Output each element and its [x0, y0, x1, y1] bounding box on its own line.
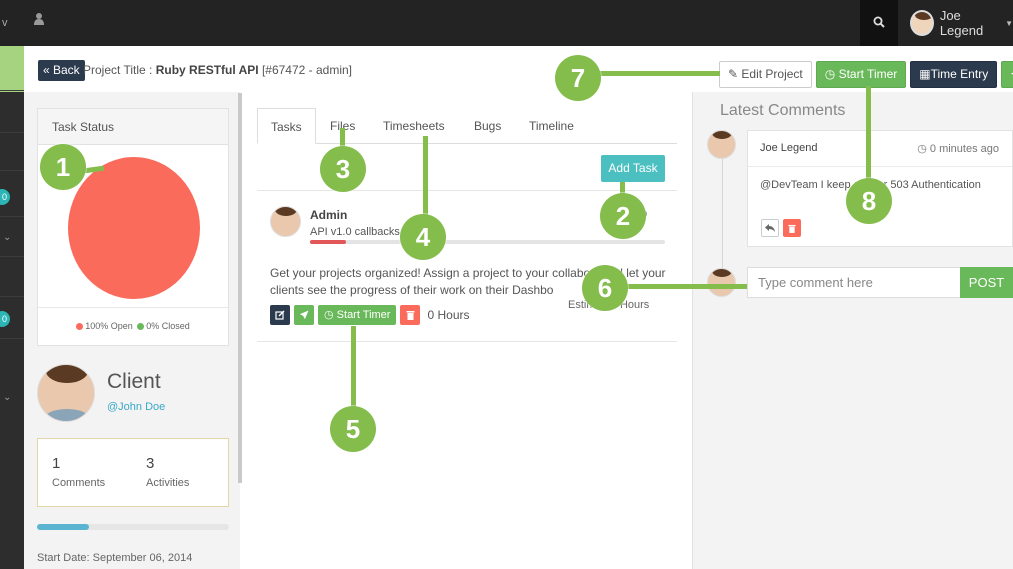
scrollbar[interactable] [238, 93, 242, 483]
search-button[interactable] [860, 0, 898, 46]
rail-badge: 0 [0, 189, 10, 205]
closed-dot [137, 323, 145, 330]
chevron-down-icon[interactable]: ⌄ [3, 232, 11, 243]
client-stats: 1 Comments 3 Activities [37, 438, 229, 507]
trash-icon [788, 224, 796, 233]
tab-bugs[interactable]: Bugs [474, 108, 501, 144]
comment-header: Joe Legend ◷ 0 minutes ago [748, 131, 1012, 167]
callout-6: 6 [582, 265, 628, 311]
comment-timeline [722, 158, 723, 268]
pie-legend: 100% Open 0% Closed [38, 307, 228, 345]
reply-icon [765, 224, 775, 232]
comment-actions [761, 219, 801, 237]
callout-line [600, 71, 720, 76]
launch-button[interactable] [1001, 61, 1013, 88]
client-handle-link[interactable]: @John Doe [107, 401, 165, 413]
search-icon [873, 16, 885, 28]
start-timer-button[interactable]: ◷ Start Timer [815, 61, 907, 88]
callout-3: 3 [320, 146, 366, 192]
client-name: Client [107, 370, 161, 393]
rocket-icon [299, 310, 309, 320]
rail-badge: 0 [0, 311, 10, 327]
tab-timeline[interactable]: Timeline [529, 108, 574, 144]
callout-line [622, 284, 747, 289]
pencil-icon: ✎ [728, 67, 739, 81]
task-status-pie [68, 157, 200, 299]
task-title[interactable]: API v1.0 callbacks [310, 226, 400, 238]
comment-time: ◷ 0 minutes ago [917, 143, 999, 155]
chevron-down-icon[interactable]: ⌄ [3, 392, 11, 403]
task-start-timer-button[interactable]: ◷ Start Timer [318, 305, 397, 325]
back-button[interactable]: « Back [38, 60, 85, 81]
task-author: Admin [310, 208, 348, 222]
project-title: Project Title : Ruby RESTful API [#67472… [83, 63, 352, 77]
project-name: Ruby RESTful API [155, 63, 259, 77]
add-task-button[interactable]: Add Task [601, 155, 665, 182]
time-entry-button[interactable]: ▦Time Entry [910, 61, 998, 88]
panel-title: Task Status [38, 109, 228, 145]
callout-4: 4 [400, 214, 446, 260]
callout-7: 7 [555, 55, 601, 101]
post-button[interactable]: POST [960, 267, 1013, 298]
callout-8: 8 [846, 178, 892, 224]
latest-comments-title: Latest Comments [720, 102, 846, 119]
progress-fill [37, 524, 89, 530]
reply-button[interactable] [761, 219, 779, 237]
comments-stat: 1 Comments [52, 455, 106, 489]
task-hours: 0 Hours [427, 308, 470, 322]
clock-icon: ◷ [824, 67, 836, 81]
project-tabs: Tasks Files Timesheets Bugs Timeline [257, 108, 677, 144]
comment-author-avatar [707, 130, 736, 159]
caret-down-icon: ▼ [1005, 18, 1013, 28]
open-dot [76, 323, 84, 330]
tab-timesheets[interactable]: Timesheets [383, 108, 445, 144]
launch-task-button[interactable] [294, 305, 314, 325]
callout-line [866, 86, 871, 186]
delete-comment-button[interactable] [783, 219, 801, 237]
my-avatar [707, 268, 736, 297]
project-id: [#67472 - admin] [261, 63, 352, 77]
avatar [910, 10, 934, 36]
top-navbar: v Joe Legend ▼ [0, 0, 1013, 46]
comment-author: Joe Legend [760, 142, 818, 154]
rail-active-item[interactable] [0, 46, 24, 92]
delete-task-button[interactable] [400, 305, 421, 325]
edit-task-button[interactable] [270, 305, 290, 325]
divider [257, 341, 677, 342]
user-name: Joe Legend [939, 8, 984, 38]
clock-icon: ◷ [917, 143, 930, 155]
user-icon[interactable] [34, 13, 44, 28]
client-avatar [37, 364, 95, 422]
calendar-icon: ▦ [919, 67, 931, 81]
comment-input[interactable] [747, 267, 961, 298]
callout-line [423, 136, 428, 218]
callout-5: 5 [330, 406, 376, 452]
nav-toggle[interactable]: v [2, 17, 8, 29]
client-progress-bar [37, 524, 229, 530]
project-actions: ✎ Edit Project ◷ Start Timer ▦Time Entry [719, 61, 1013, 88]
tab-tasks[interactable]: Tasks [257, 108, 316, 144]
edit-project-button[interactable]: ✎ Edit Project [719, 61, 812, 88]
task-actions: ◷ Start Timer 0 Hours [270, 305, 470, 325]
callout-line [351, 326, 356, 412]
task-progress-bar [310, 240, 665, 244]
task-author-avatar [270, 206, 301, 237]
callout-1: 1 [40, 144, 86, 190]
user-menu[interactable]: Joe Legend ▼ [910, 8, 1013, 38]
trash-icon [406, 311, 415, 320]
start-date: Start Date: September 06, 2014 [37, 552, 193, 564]
edit-icon [275, 310, 285, 320]
progress-fill [310, 240, 346, 244]
side-rail: 0 ⌄ 0 ⌄ [0, 46, 24, 569]
activities-stat: 3 Activities [146, 455, 190, 489]
callout-2: 2 [600, 193, 646, 239]
divider [257, 190, 677, 191]
clock-icon: ◷ [324, 309, 334, 321]
